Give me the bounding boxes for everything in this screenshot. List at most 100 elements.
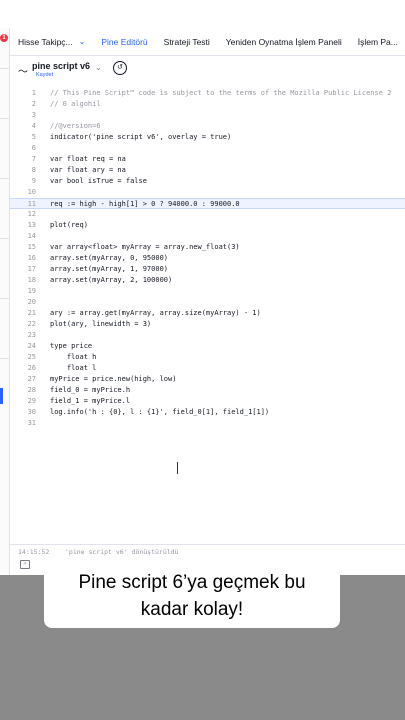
code-line[interactable]: 29 field_1 = myPrice.l bbox=[10, 396, 405, 407]
code-line[interactable]: 7 var float req = na bbox=[10, 154, 405, 165]
code-line[interactable]: 19 bbox=[10, 286, 405, 297]
bottom-panel-tabs: Hisse Takipç... ⌄ Pine Editörü Strateji … bbox=[10, 28, 405, 56]
code-line[interactable]: 8 var float ary = na bbox=[10, 165, 405, 176]
sidebar-divider bbox=[0, 238, 10, 239]
code-line[interactable]: 1 // This Pine Script™ code is subject to… bbox=[10, 88, 405, 99]
line-number: 2 bbox=[31, 100, 36, 108]
left-sidebar: 1 bbox=[0, 28, 10, 575]
code-line[interactable]: 5 indicator('pine script v6', overlay = t… bbox=[10, 132, 405, 143]
line-number: 16 bbox=[27, 254, 36, 262]
line-number: 15 bbox=[27, 243, 36, 251]
pine-editor-app: 1 Hisse Takipç... ⌄ Pine Editörü Stratej… bbox=[0, 28, 405, 575]
tab-label: Strateji Testi bbox=[163, 36, 210, 47]
tab-trading-panel[interactable]: İşlem Pa... bbox=[350, 28, 405, 56]
script-title[interactable]: pine script v6 bbox=[32, 61, 90, 71]
line-number: 20 bbox=[27, 298, 36, 306]
sidebar-active-indicator bbox=[0, 388, 3, 404]
video-caption: Pine script 6’ya geçmek bu kadar kolay! bbox=[44, 564, 340, 628]
status-time: 14:15:52 bbox=[18, 548, 50, 556]
code-line[interactable]: 31 bbox=[10, 418, 405, 429]
chevron-down-icon[interactable]: ⌄ bbox=[95, 63, 102, 72]
code-line[interactable]: 15 var array<float> myArray = array.new_f… bbox=[10, 242, 405, 253]
line-number: 12 bbox=[27, 210, 36, 218]
tab-pine-editor[interactable]: Pine Editörü bbox=[93, 28, 155, 56]
caption-line: Pine script 6’ya geçmek bu bbox=[78, 572, 306, 593]
notification-badge[interactable]: 1 bbox=[0, 34, 8, 42]
history-icon[interactable]: ↺ bbox=[113, 61, 127, 75]
code-line[interactable]: 25 float h bbox=[10, 352, 405, 363]
chevron-down-icon[interactable]: ⌄ bbox=[79, 37, 86, 46]
code-line[interactable]: 17 array.set(myArray, 1, 97000) bbox=[10, 264, 405, 275]
code-line[interactable]: 2 // 0 algohil bbox=[10, 99, 405, 110]
tab-label: Pine Editörü bbox=[101, 36, 148, 47]
code-line[interactable]: 28 field_0 = myPrice.h bbox=[10, 385, 405, 396]
code-line[interactable]: 6 bbox=[10, 143, 405, 154]
code-line[interactable]: 30 log.info('h : {0}, l : {1}', field_0[1… bbox=[10, 407, 405, 418]
tab-label: İşlem Pa... bbox=[357, 36, 398, 47]
line-number: 27 bbox=[27, 375, 36, 383]
tab-strategy-tester[interactable]: Strateji Testi bbox=[156, 28, 218, 56]
sidebar-divider bbox=[0, 358, 10, 359]
code-text: indicator('pine script v6', overlay = tr… bbox=[50, 133, 232, 141]
code-text: var bool isTrue = false bbox=[50, 177, 147, 185]
code-line[interactable]: 21 ary := array.get(myArray, array.size(m… bbox=[10, 308, 405, 319]
code-line[interactable]: 10 bbox=[10, 187, 405, 198]
code-line[interactable]: 26 float l bbox=[10, 363, 405, 374]
code-line[interactable]: 4 //@version=6 bbox=[10, 121, 405, 132]
code-text: array.set(myArray, 1, 97000) bbox=[50, 265, 169, 273]
code-text: // This Pine Script™ code is subject to … bbox=[50, 89, 392, 97]
code-line[interactable]: 20 bbox=[10, 297, 405, 308]
code-text: // 0 algohil bbox=[50, 100, 101, 108]
tab-label: Hisse Takipç... bbox=[18, 36, 73, 47]
line-number: 13 bbox=[27, 221, 36, 229]
code-text: field_1 = myPrice.l bbox=[50, 397, 131, 405]
console-status: 14:15:52 'pine script v6' dönüştürüldü bbox=[10, 544, 405, 558]
code-line[interactable]: 18 array.set(myArray, 2, 100000) bbox=[10, 275, 405, 286]
text-cursor-icon bbox=[177, 462, 178, 474]
code-line[interactable]: 11 req := high - high[1] > 0 ? 94000.0 : … bbox=[10, 198, 405, 209]
tab-replay-trading-panel[interactable]: Yeniden Oynatma İşlem Paneli bbox=[218, 28, 350, 56]
save-link[interactable]: Kaydet bbox=[36, 72, 53, 78]
line-number: 3 bbox=[31, 111, 36, 119]
code-text: ary := array.get(myArray, array.size(myA… bbox=[50, 309, 261, 317]
sidebar-divider bbox=[0, 118, 10, 119]
line-number: 25 bbox=[27, 353, 36, 361]
code-line[interactable]: 24 type price bbox=[10, 341, 405, 352]
line-number: 24 bbox=[27, 342, 36, 350]
code-line[interactable]: 27 myPrice = price.new(high, low) bbox=[10, 374, 405, 385]
browser-top-area bbox=[0, 0, 405, 28]
code-line[interactable]: 14 bbox=[10, 231, 405, 242]
line-number: 4 bbox=[31, 122, 36, 130]
line-number: 7 bbox=[31, 155, 36, 163]
line-number: 19 bbox=[27, 287, 36, 295]
code-line[interactable]: 23 bbox=[10, 330, 405, 341]
code-line[interactable]: 22 plot(ary, linewidth = 3) bbox=[10, 319, 405, 330]
code-editor[interactable]: 1 // This Pine Script™ code is subject to… bbox=[10, 88, 405, 548]
line-number: 18 bbox=[27, 276, 36, 284]
code-line[interactable]: 13 plot(req) bbox=[10, 220, 405, 231]
code-text: var array<float> myArray = array.new_flo… bbox=[50, 243, 240, 251]
code-text: var float req = na bbox=[50, 155, 126, 163]
status-message: 'pine script v6' dönüştürüldü bbox=[65, 548, 179, 556]
code-text: //@version=6 bbox=[50, 122, 101, 130]
tab-label: Yeniden Oynatma İşlem Paneli bbox=[225, 36, 342, 47]
console-icon[interactable]: > bbox=[20, 560, 30, 569]
code-line[interactable]: 3 bbox=[10, 110, 405, 121]
line-number: 29 bbox=[27, 397, 36, 405]
line-number: 1 bbox=[31, 89, 36, 97]
line-number: 6 bbox=[31, 144, 36, 152]
code-line[interactable]: 12 bbox=[10, 209, 405, 220]
line-number: 17 bbox=[27, 265, 36, 273]
code-text: plot(req) bbox=[50, 221, 88, 229]
tab-stock-watcher[interactable]: Hisse Takipç... ⌄ bbox=[10, 28, 93, 56]
line-number: 28 bbox=[27, 386, 36, 394]
line-number: 9 bbox=[31, 177, 36, 185]
sidebar-divider bbox=[0, 68, 10, 69]
code-text: myPrice = price.new(high, low) bbox=[50, 375, 177, 383]
code-text: array.set(myArray, 2, 100000) bbox=[50, 276, 173, 284]
code-line[interactable]: 9 var bool isTrue = false bbox=[10, 176, 405, 187]
line-number: 31 bbox=[27, 419, 36, 427]
code-text: type price bbox=[50, 342, 93, 350]
line-number: 30 bbox=[27, 408, 36, 416]
code-line[interactable]: 16 array.set(myArray, 0, 95000) bbox=[10, 253, 405, 264]
